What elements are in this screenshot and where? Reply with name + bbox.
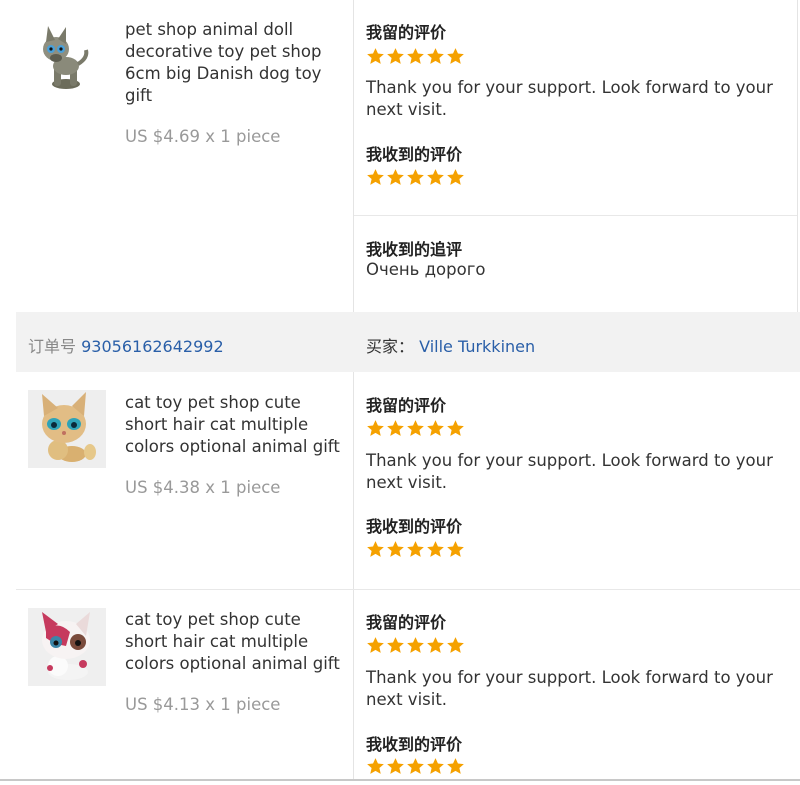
divider: [354, 215, 797, 216]
order-number-field: 订单号 93056162642992: [28, 333, 224, 357]
feedback-left-message: Thank you for your support. Look forward…: [366, 78, 773, 119]
followup-text: Очень дорого: [366, 260, 486, 279]
star-icon: [407, 637, 424, 653]
star-icon: [447, 758, 464, 774]
product-thumbnail[interactable]: [28, 608, 106, 686]
buyer-label: 买家：: [366, 337, 415, 356]
feedback-left-stars: [366, 419, 465, 439]
star-icon: [447, 541, 464, 557]
star-icon: [407, 48, 424, 64]
dog-figure-image: [43, 26, 89, 89]
feedback-left-label: 我留的评价: [366, 396, 447, 415]
star-icon: [407, 420, 424, 436]
star-icon: [447, 420, 464, 436]
star-icon: [387, 637, 404, 653]
product-thumbnail[interactable]: [28, 390, 106, 468]
feedback-left-label: 我留的评价: [366, 23, 447, 42]
star-icon: [427, 48, 444, 64]
product-thumbnail[interactable]: [28, 22, 106, 100]
feedback-left-message: Thank you for your support. Look forward…: [366, 451, 773, 492]
buyer-field: 买家： Ville Turkkinen: [366, 333, 535, 357]
feedback-cell: 我留的评价 Thank you for your support. Look f…: [353, 0, 800, 312]
star-icon: [407, 169, 424, 185]
product-price: US $4.38 x 1 piece: [125, 478, 281, 497]
feedback-received-label: 我收到的评价: [366, 517, 463, 536]
feedback-received-label: 我收到的评价: [366, 735, 463, 754]
star-icon: [367, 758, 384, 774]
feedback-received-stars: [366, 168, 465, 188]
product-price: US $4.13 x 1 piece: [125, 695, 281, 714]
feedback-received-stars: [366, 757, 465, 777]
star-icon: [387, 758, 404, 774]
feedback-left-stars: [366, 636, 465, 656]
star-icon: [427, 169, 444, 185]
star-icon: [367, 420, 384, 436]
product-title[interactable]: pet shop animal doll decorative toy pet …: [125, 19, 347, 107]
star-icon: [447, 48, 464, 64]
order-item-1: pet shop animal doll decorative toy pet …: [0, 0, 800, 312]
feedback-cell: 我留的评价 Thank you for your support. Look f…: [353, 590, 800, 780]
star-icon: [427, 541, 444, 557]
followup-label: 我收到的追评: [366, 240, 463, 259]
star-icon: [447, 637, 464, 653]
star-icon: [387, 169, 404, 185]
feedback-received-stars: [366, 540, 465, 560]
product-price: US $4.69 x 1 piece: [125, 127, 281, 146]
product-title[interactable]: cat toy pet shop cute short hair cat mul…: [125, 392, 347, 458]
feedback-left-stars: [366, 47, 465, 67]
order-number-label: 订单号: [28, 337, 77, 356]
product-cell: pet shop animal doll decorative toy pet …: [0, 0, 353, 312]
star-icon: [387, 420, 404, 436]
star-icon: [367, 541, 384, 557]
order-item-2: cat toy pet shop cute short hair cat mul…: [0, 372, 800, 589]
divider: [0, 779, 800, 781]
product-cell: cat toy pet shop cute short hair cat mul…: [0, 590, 353, 780]
star-icon: [427, 758, 444, 774]
star-icon: [447, 169, 464, 185]
feedback-left-message: Thank you for your support. Look forward…: [366, 668, 773, 709]
star-icon: [387, 48, 404, 64]
star-icon: [367, 637, 384, 653]
star-icon: [387, 541, 404, 557]
star-icon: [407, 758, 424, 774]
star-icon: [427, 420, 444, 436]
feedback-left-label: 我留的评价: [366, 613, 447, 632]
star-icon: [367, 169, 384, 185]
divider: [797, 0, 798, 312]
order-header: 订单号 93056162642992 买家： Ville Turkkinen: [16, 312, 800, 372]
order-item-3: cat toy pet shop cute short hair cat mul…: [0, 590, 800, 780]
cat-figure-image: [28, 608, 106, 686]
star-icon: [367, 48, 384, 64]
product-cell: cat toy pet shop cute short hair cat mul…: [0, 372, 353, 589]
star-icon: [407, 541, 424, 557]
order-number-link[interactable]: 93056162642992: [81, 337, 224, 356]
cat-figure-image: [28, 390, 106, 468]
star-icon: [427, 637, 444, 653]
feedback-cell: 我留的评价 Thank you for your support. Look f…: [353, 372, 800, 589]
buyer-name-link[interactable]: Ville Turkkinen: [419, 337, 535, 356]
product-title[interactable]: cat toy pet shop cute short hair cat mul…: [125, 609, 347, 675]
feedback-received-label: 我收到的评价: [366, 145, 463, 164]
